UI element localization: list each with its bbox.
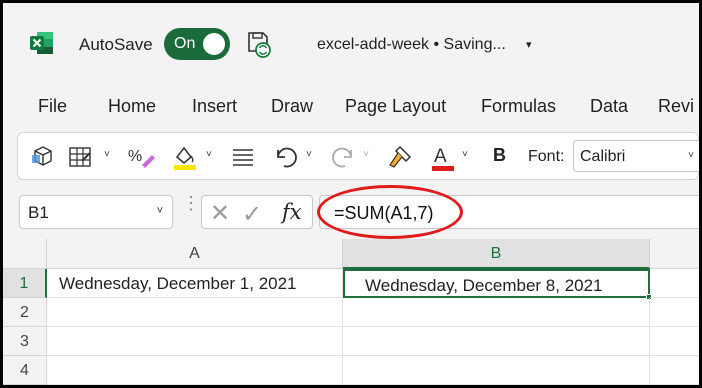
cell-c2[interactable]: [650, 298, 699, 327]
ribbon-toolbar: ˅ % ˅ ˅ ˅ A ˅ B Font: Calibri ˅: [17, 132, 699, 180]
formula-row: B1 ˅ ⋮ ✕ ✓ fx =SUM(A1,7): [3, 185, 699, 239]
tab-home[interactable]: Home: [108, 96, 156, 117]
cell-b1[interactable]: Wednesday, December 8, 2021: [343, 269, 650, 298]
title-dropdown-icon[interactable]: ▾: [526, 38, 532, 51]
format-painter-icon[interactable]: [386, 143, 414, 171]
select-all-corner[interactable]: [3, 239, 47, 269]
excel-window: AutoSave On excel-add-week • Saving... ▾…: [3, 3, 699, 385]
formula-buttons: ✕ ✓ fx: [201, 195, 313, 229]
fill-color-dropdown-icon[interactable]: ˅: [206, 149, 212, 160]
autosave-toggle[interactable]: On: [164, 28, 230, 60]
svg-text:%: %: [128, 148, 142, 165]
font-select-value: Calibri: [580, 148, 626, 165]
file-title[interactable]: excel-add-week • Saving...: [317, 36, 506, 54]
cell-c3[interactable]: [650, 327, 699, 356]
bold-button[interactable]: B: [493, 145, 506, 166]
tab-draw[interactable]: Draw: [271, 96, 313, 117]
tab-data[interactable]: Data: [590, 96, 628, 117]
paste-icon[interactable]: [31, 143, 57, 171]
cell-a2[interactable]: [47, 298, 343, 327]
title-bar: AutoSave On excel-add-week • Saving... ▾: [3, 3, 699, 83]
cell-b4[interactable]: [343, 356, 650, 385]
cell-b2[interactable]: [343, 298, 650, 327]
row-header-4[interactable]: 4: [3, 356, 47, 385]
column-header-a[interactable]: A: [47, 239, 343, 269]
cell-a4[interactable]: [47, 356, 343, 385]
tab-page-layout[interactable]: Page Layout: [345, 96, 446, 117]
font-select[interactable]: Calibri ˅: [573, 140, 699, 172]
resize-handle-icon[interactable]: ⋮: [182, 194, 200, 212]
toggle-knob: [203, 33, 225, 55]
redo-icon[interactable]: [329, 143, 357, 171]
column-header-b[interactable]: B: [343, 239, 650, 269]
redo-dropdown-icon[interactable]: ˅: [363, 149, 369, 160]
tab-formulas[interactable]: Formulas: [481, 96, 556, 117]
cell-a1[interactable]: Wednesday, December 1, 2021: [47, 269, 343, 298]
font-label: Font:: [528, 148, 565, 165]
align-icon[interactable]: [230, 143, 256, 171]
menu-bar: File Home Insert Draw Page Layout Formul…: [3, 83, 699, 127]
undo-icon[interactable]: [272, 143, 300, 171]
undo-dropdown-icon[interactable]: ˅: [306, 149, 312, 160]
save-sync-icon[interactable]: [246, 29, 272, 59]
cell-c4[interactable]: [650, 356, 699, 385]
name-box-value: B1: [28, 203, 49, 222]
autosave-label: AutoSave: [79, 35, 153, 54]
chevron-down-icon[interactable]: ˅: [157, 205, 163, 217]
cell-b3[interactable]: [343, 327, 650, 356]
format-table-dropdown-icon[interactable]: ˅: [104, 149, 110, 160]
cell-c1[interactable]: [650, 269, 699, 298]
cancel-icon[interactable]: ✕: [210, 199, 230, 228]
row-header-3[interactable]: 3: [3, 327, 47, 356]
tab-review[interactable]: Revi: [658, 96, 694, 117]
name-box[interactable]: B1 ˅: [19, 195, 173, 229]
annotation-circle: [317, 185, 463, 239]
excel-logo-icon: [30, 32, 53, 54]
cell-a3[interactable]: [47, 327, 343, 356]
row-header-2[interactable]: 2: [3, 298, 47, 327]
font-color-dropdown-icon[interactable]: ˅: [462, 149, 468, 160]
spreadsheet-grid: A B 1 2 3 4 Wednesday, December 1, 2021 …: [3, 239, 699, 385]
format-table-icon[interactable]: [68, 143, 94, 171]
percent-style-icon[interactable]: %: [126, 143, 156, 171]
insert-function-icon[interactable]: fx: [282, 200, 302, 224]
row-header-1[interactable]: 1: [3, 269, 47, 298]
column-header-c[interactable]: [650, 239, 699, 269]
toggle-state-label: On: [174, 35, 196, 52]
fill-color-icon[interactable]: [171, 143, 201, 171]
chevron-down-icon[interactable]: ˅: [688, 150, 694, 161]
svg-text:A: A: [434, 146, 447, 167]
tab-file[interactable]: File: [38, 96, 67, 117]
font-color-icon[interactable]: A: [430, 143, 456, 171]
enter-check-icon[interactable]: ✓: [242, 200, 262, 229]
tab-insert[interactable]: Insert: [192, 96, 237, 117]
